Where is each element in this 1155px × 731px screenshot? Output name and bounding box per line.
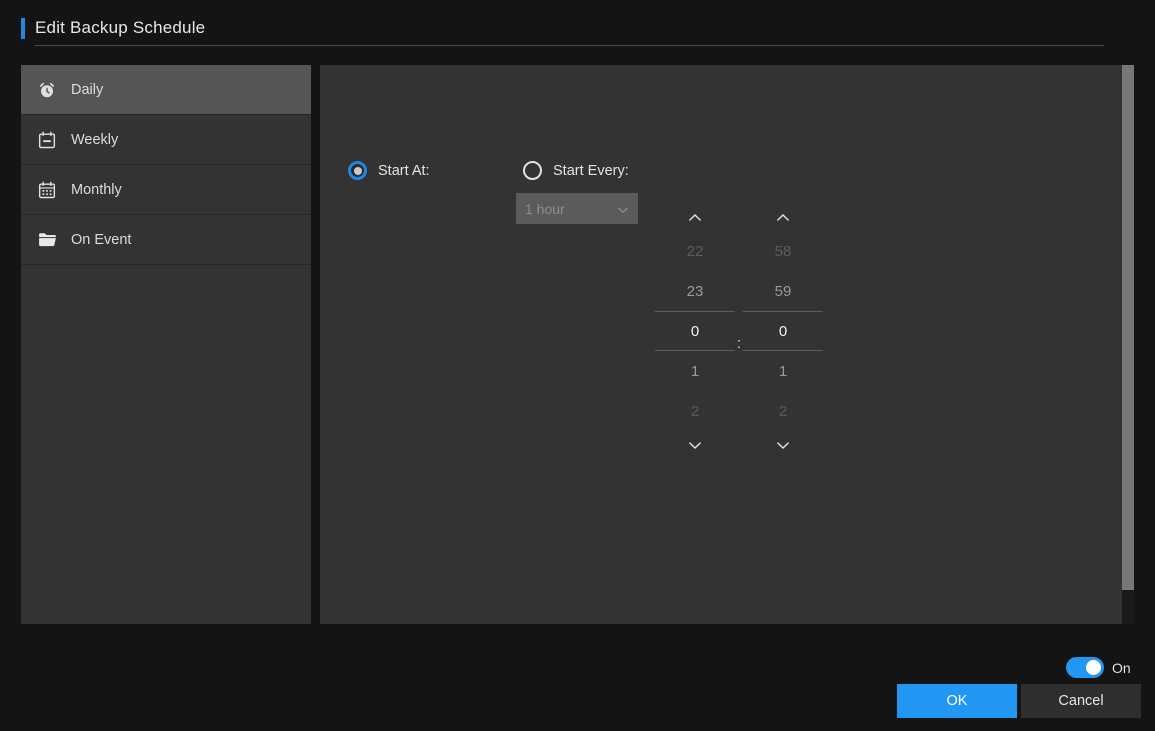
interval-dropdown[interactable]: 1 hour bbox=[516, 193, 638, 224]
sidebar-item-weekly[interactable]: Weekly bbox=[21, 115, 311, 165]
calendar-month-icon bbox=[35, 178, 59, 202]
hours-increment-button[interactable] bbox=[655, 203, 735, 231]
sidebar-item-on-event[interactable]: On Event bbox=[21, 215, 311, 265]
minutes-list[interactable]: 58 59 0 1 2 bbox=[743, 231, 823, 431]
content-scrollbar[interactable] bbox=[1122, 65, 1134, 624]
ok-button[interactable]: OK bbox=[897, 684, 1017, 718]
edit-backup-schedule-dialog: Edit Backup Schedule Daily Weekly Monthl… bbox=[0, 0, 1155, 731]
hours-decrement-button[interactable] bbox=[655, 431, 735, 459]
cancel-button[interactable]: Cancel bbox=[1021, 684, 1141, 718]
schedule-enable-toggle-row: On bbox=[1066, 657, 1131, 678]
radio-start-every-label: Start Every: bbox=[553, 162, 629, 179]
schedule-enable-toggle[interactable] bbox=[1066, 657, 1104, 678]
radio-unselected-icon bbox=[523, 161, 542, 180]
minutes-option[interactable]: 1 bbox=[743, 351, 823, 391]
sidebar-item-label: Daily bbox=[71, 81, 104, 98]
minutes-option[interactable]: 58 bbox=[743, 231, 823, 271]
dialog-header: Edit Backup Schedule bbox=[21, 14, 1104, 46]
minutes-increment-button[interactable] bbox=[743, 203, 823, 231]
hours-spinner: 22 23 0 1 2 bbox=[655, 203, 735, 459]
alarm-clock-icon bbox=[35, 78, 59, 102]
sidebar-item-label: On Event bbox=[71, 231, 132, 248]
sidebar-item-monthly[interactable]: Monthly bbox=[21, 165, 311, 215]
hours-option-selected[interactable]: 0 bbox=[655, 311, 735, 351]
chevron-down-icon bbox=[617, 203, 629, 215]
scrollbar-thumb[interactable] bbox=[1122, 65, 1134, 590]
minutes-spinner: 58 59 0 1 2 bbox=[743, 203, 823, 459]
interval-dropdown-value: 1 hour bbox=[525, 200, 565, 217]
calendar-week-icon bbox=[35, 128, 59, 152]
hours-list[interactable]: 22 23 0 1 2 bbox=[655, 231, 735, 431]
minutes-decrement-button[interactable] bbox=[743, 431, 823, 459]
minutes-option[interactable]: 2 bbox=[743, 391, 823, 431]
sidebar-item-label: Weekly bbox=[71, 131, 119, 148]
hours-option[interactable]: 23 bbox=[655, 271, 735, 311]
schedule-settings-panel: Start At: Start Every: 1 hour 22 23 0 1 … bbox=[320, 65, 1122, 624]
sidebar-item-daily[interactable]: Daily bbox=[21, 65, 311, 115]
radio-start-at-label: Start At: bbox=[378, 162, 430, 179]
hours-option[interactable]: 2 bbox=[655, 391, 735, 431]
header-divider bbox=[35, 45, 1104, 46]
radio-start-at[interactable]: Start At: bbox=[348, 161, 430, 180]
toggle-state-label: On bbox=[1112, 659, 1131, 676]
schedule-type-sidebar: Daily Weekly Monthly On Event bbox=[21, 65, 311, 624]
radio-start-every[interactable]: Start Every: bbox=[523, 161, 629, 180]
hours-option[interactable]: 22 bbox=[655, 231, 735, 271]
minutes-option-selected[interactable]: 0 bbox=[743, 311, 823, 351]
toggle-knob bbox=[1086, 660, 1101, 675]
sidebar-item-label: Monthly bbox=[71, 181, 122, 198]
radio-selected-icon bbox=[348, 161, 367, 180]
page-title: Edit Backup Schedule bbox=[35, 18, 206, 37]
minutes-option[interactable]: 59 bbox=[743, 271, 823, 311]
title-accent-bar bbox=[21, 18, 25, 39]
hours-option[interactable]: 1 bbox=[655, 351, 735, 391]
folder-icon bbox=[35, 228, 59, 252]
